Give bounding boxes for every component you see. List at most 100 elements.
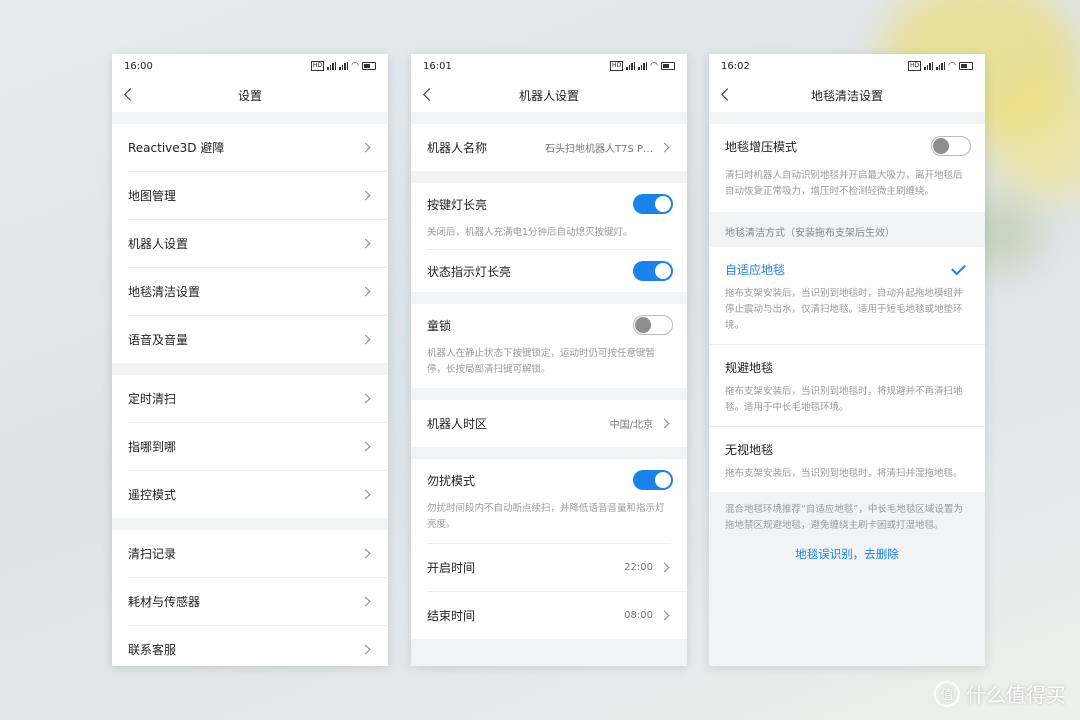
- end-time-value: 08:00: [624, 610, 653, 621]
- battery-icon: [362, 62, 376, 70]
- status-time: 16:00: [124, 60, 153, 72]
- dnd-end-row[interactable]: 结束时间 08:00: [427, 592, 687, 639]
- robot-name-row[interactable]: 机器人名称 石头扫地机器人T7S P…: [427, 124, 687, 171]
- menu-item-support[interactable]: 联系客服: [128, 626, 388, 666]
- carpet-boost-group: 地毯增压模式 清扫时机器人自动识别地毯并开启最大吸力，离开地毯后自动恢复正常吸力…: [709, 124, 985, 212]
- carpet-option-adaptive[interactable]: 自适应地毯 拖布支架安装后，当识别到地毯时，自动升起拖地模组并停止震动与出水，仅…: [709, 247, 985, 345]
- chevron-right-icon: [360, 334, 371, 345]
- status-icons: HD ◠: [610, 61, 675, 71]
- chevron-right-icon: [659, 562, 670, 573]
- key-light-toggle[interactable]: [633, 194, 673, 214]
- hd-icon: HD: [908, 61, 922, 71]
- watermark-text: 什么值得买: [966, 683, 1066, 707]
- robot-name-value: 石头扫地机器人T7S P…: [544, 144, 653, 155]
- status-light-toggle[interactable]: [633, 261, 673, 281]
- watermark-logo: 值 什么值得买: [934, 679, 1066, 708]
- carpet-boost-toggle[interactable]: [931, 136, 971, 156]
- carpet-boost-description: 清扫时机器人自动识别地毯并开启最大吸力，离开地毯后自动恢复正常吸力，增压时不检测…: [725, 170, 963, 197]
- back-icon[interactable]: [124, 88, 137, 101]
- status-time: 16:02: [721, 60, 750, 72]
- dnd-start-row[interactable]: 开启时间 22:00: [427, 544, 687, 592]
- robot-name-group: 机器人名称 石头扫地机器人T7S P…: [411, 124, 687, 171]
- menu-item-carpet[interactable]: 地毯清洁设置: [128, 268, 388, 316]
- child-lock-toggle[interactable]: [633, 315, 673, 335]
- status-bar: 16:02 HD ◠: [709, 54, 985, 78]
- option-description: 拖布支架安装后，当识别到地毯时，将规避并不再清扫地毯。适用于中长毛地毯环境。: [725, 386, 963, 413]
- option-description: 拖布支架安装后，当识别到地毯时，自动升起拖地模组并停止震动与出水，仅清扫地毯。适…: [725, 288, 963, 331]
- page-title: 设置: [237, 88, 262, 103]
- option-title: 自适应地毯: [725, 263, 786, 277]
- phone-carpet-settings-screen: 16:02 HD ◠ 地毯清洁设置 地毯增压模式 清扫时机器人自动识别地毯并开启…: [709, 54, 985, 666]
- menu-item-reactive3d[interactable]: Reactive3D 避障: [128, 124, 388, 172]
- menu-item-history[interactable]: 清扫记录: [128, 530, 388, 578]
- carpet-boost-row: 地毯增压模式: [709, 124, 985, 168]
- wifi-icon: ◠: [650, 61, 658, 71]
- status-bar: 16:01 HD ◠: [411, 54, 687, 78]
- signal-icon: [924, 62, 934, 70]
- chevron-right-icon: [360, 393, 371, 404]
- menu-item-consumables[interactable]: 耗材与传感器: [128, 578, 388, 626]
- key-light-description: 关闭后，机器人充满电1分钟后自动熄灭按键灯。: [427, 225, 671, 250]
- menu-item-voice[interactable]: 语音及音量: [128, 316, 388, 363]
- chevron-right-icon: [360, 644, 371, 655]
- lights-group: 按键灯长亮 关闭后，机器人充满电1分钟后自动熄灭按键灯。 状态指示灯长亮: [411, 183, 687, 292]
- signal-icon: [339, 62, 349, 70]
- hd-icon: HD: [311, 61, 325, 71]
- carpet-mode-section-label: 地毯清洁方式（安装拖布支架后生效）: [725, 228, 895, 239]
- wifi-icon: ◠: [948, 61, 956, 71]
- timezone-row[interactable]: 机器人时区 中国/北京: [427, 400, 687, 447]
- phone-robot-settings-screen: 16:01 HD ◠ 机器人设置 机器人名称 石头扫地机器人T7S P… 按键灯…: [411, 54, 687, 666]
- option-title: 规避地毯: [725, 361, 774, 375]
- start-time-value: 22:00: [624, 562, 653, 573]
- delete-misrecognition-link[interactable]: 地毯误识别，去删除: [709, 540, 985, 568]
- dnd-group: 勿扰模式 勿扰时间段内不自动断点续扫，并降低语音音量和指示灯亮度。 开启时间 2…: [411, 459, 687, 639]
- carpet-option-avoid[interactable]: 规避地毯 拖布支架安装后，当识别到地毯时，将规避并不再清扫地毯。适用于中长毛地毯…: [709, 345, 985, 427]
- key-light-row: 按键灯长亮: [411, 183, 687, 225]
- option-title: 无视地毯: [725, 443, 774, 457]
- hd-icon: HD: [610, 61, 624, 71]
- timezone-value: 中国/北京: [609, 420, 653, 431]
- option-description: 拖布支架安装后，当识别到地毯时，将清扫并湿拖地毯。: [725, 468, 963, 479]
- nav-bar: 机器人设置: [411, 78, 687, 112]
- dnd-row: 勿扰模式: [411, 459, 687, 501]
- child-lock-description: 机器人在静止状态下按键锁定，运动时仍可按任意键暂停，长按局部清扫键可解锁。: [427, 348, 656, 375]
- status-light-row: 状态指示灯长亮: [411, 250, 687, 292]
- settings-group: 清扫记录 耗材与传感器 联系客服: [112, 530, 388, 666]
- nav-bar: 地毯清洁设置: [709, 78, 985, 112]
- signal-icon: [327, 62, 337, 70]
- nav-bar: 设置: [112, 78, 388, 112]
- menu-item-schedule[interactable]: 定时清扫: [128, 375, 388, 423]
- status-icons: HD ◠: [311, 61, 376, 71]
- status-icons: HD ◠: [908, 61, 973, 71]
- watermark-icon: 值: [934, 680, 960, 707]
- chevron-right-icon: [360, 286, 371, 297]
- back-icon[interactable]: [423, 88, 436, 101]
- timezone-group: 机器人时区 中国/北京: [411, 400, 687, 447]
- page-title: 地毯清洁设置: [810, 88, 883, 103]
- chevron-right-icon: [659, 142, 670, 153]
- menu-item-robot-settings[interactable]: 机器人设置: [128, 220, 388, 268]
- carpet-mode-options: 自适应地毯 拖布支架安装后，当识别到地毯时，自动升起拖地模组并停止震动与出水，仅…: [709, 247, 985, 492]
- phone-settings-screen: 16:00 HD ◠ 设置 Reactive3D 避障 地图管理 机器人设置 地…: [112, 54, 388, 666]
- carpet-footer-note: 混合地毯环境推荐“自适应地毯”，中长毛地毯区域设置为拖地禁区规避地毯，避免缠绕主…: [725, 504, 963, 531]
- menu-item-remote[interactable]: 遥控模式: [128, 471, 388, 518]
- chevron-right-icon: [659, 418, 670, 429]
- chevron-right-icon: [360, 548, 371, 559]
- check-icon: [951, 260, 966, 275]
- battery-icon: [959, 62, 973, 70]
- menu-item-map[interactable]: 地图管理: [128, 172, 388, 220]
- menu-item-goto[interactable]: 指哪到哪: [128, 423, 388, 471]
- settings-group: 定时清扫 指哪到哪 遥控模式: [112, 375, 388, 518]
- back-icon[interactable]: [721, 88, 734, 101]
- carpet-option-ignore[interactable]: 无视地毯 拖布支架安装后，当识别到地毯时，将清扫并湿拖地毯。: [709, 427, 985, 492]
- signal-icon: [638, 62, 648, 70]
- child-lock-group: 童锁 机器人在静止状态下按键锁定，运动时仍可按任意键暂停，长按局部清扫键可解锁。: [411, 304, 687, 388]
- dnd-toggle[interactable]: [633, 470, 673, 490]
- dnd-description: 勿扰时间段内不自动断点续扫，并降低语音音量和指示灯亮度。: [427, 501, 671, 544]
- battery-icon: [661, 62, 675, 70]
- chevron-right-icon: [360, 142, 371, 153]
- page-title: 机器人设置: [518, 88, 579, 103]
- signal-icon: [626, 62, 636, 70]
- status-bar: 16:00 HD ◠: [112, 54, 388, 78]
- signal-icon: [936, 62, 946, 70]
